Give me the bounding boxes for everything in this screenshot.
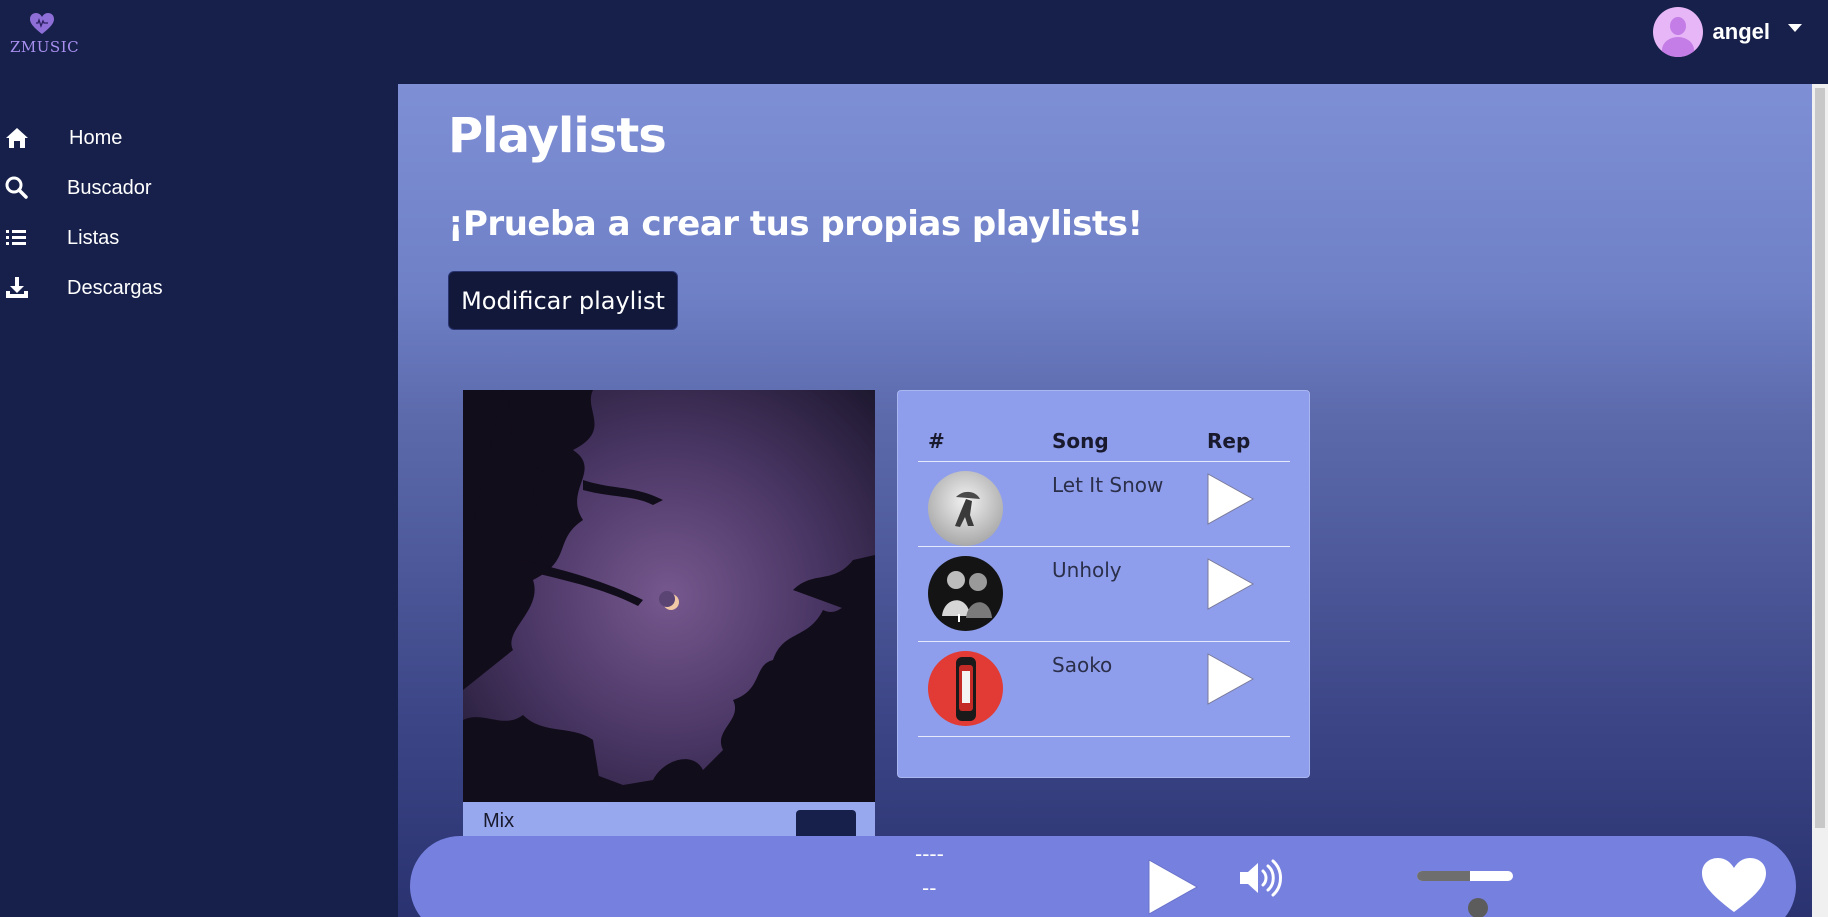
sidebar-item-label: Buscador (67, 176, 152, 199)
sidebar-item-home[interactable]: Home (0, 118, 398, 158)
player-bar: ---- -- (410, 836, 1796, 917)
song-thumbnail (928, 471, 1003, 546)
now-playing-artist: -- (922, 876, 937, 900)
volume-slider-knob[interactable] (1468, 898, 1488, 917)
page-subtitle: ¡Prueba a crear tus propias playlists! (448, 204, 1143, 244)
play-icon[interactable] (1205, 556, 1257, 612)
play-icon[interactable] (1205, 651, 1257, 707)
logo-text: ZMUSIC (10, 38, 80, 56)
download-icon (4, 275, 30, 301)
sidebar-item-descargas[interactable]: Descargas (0, 268, 398, 308)
top-bar: ZMUSIC angel (0, 0, 1828, 84)
page-title: Playlists (448, 108, 667, 164)
list-icon (4, 225, 30, 251)
avatar[interactable] (1652, 7, 1703, 57)
column-header-index: # (928, 429, 945, 453)
now-playing-title: ---- (915, 842, 944, 866)
sidebar-item-label: Descargas (67, 276, 163, 299)
playlist-card[interactable]: Mix (463, 390, 875, 890)
heart-favorite-icon[interactable] (1700, 856, 1768, 914)
page-scrollbar[interactable] (1812, 84, 1828, 917)
user-menu[interactable]: angel (1652, 7, 1802, 57)
heart-logo-icon (29, 12, 55, 36)
column-header-song: Song (1052, 429, 1109, 453)
volume-icon[interactable] (1238, 859, 1282, 897)
song-thumbnail (928, 651, 1003, 726)
app-logo[interactable]: ZMUSIC (10, 12, 80, 62)
song-title: Saoko (1052, 653, 1113, 677)
caret-down-icon[interactable] (1788, 24, 1802, 32)
volume-slider-fill (1417, 871, 1470, 881)
search-icon (4, 175, 30, 201)
playlist-name: Mix (483, 810, 515, 832)
sidebar: Home Buscador Listas Descargas (0, 84, 398, 917)
playlist-cover-image (463, 390, 875, 802)
username: angel (1712, 19, 1770, 44)
column-header-rep: Rep (1207, 429, 1251, 453)
sidebar-item-buscador[interactable]: Buscador (0, 168, 398, 208)
song-title: Unholy (1052, 558, 1122, 582)
sidebar-item-label: Home (69, 126, 123, 149)
sidebar-item-listas[interactable]: Listas (0, 218, 398, 258)
volume-slider[interactable] (1417, 871, 1513, 881)
song-title: Let It Snow (1052, 473, 1164, 497)
sidebar-item-label: Listas (67, 226, 120, 249)
main-content: Playlists ¡Prueba a crear tus propias pl… (398, 84, 1812, 917)
modify-playlist-button[interactable]: Modificar playlist (448, 271, 678, 330)
play-button[interactable] (1145, 856, 1201, 917)
home-icon (4, 125, 30, 151)
scrollbar-thumb[interactable] (1815, 88, 1825, 828)
song-thumbnail (928, 556, 1003, 631)
song-table: # Song Rep Let It Snow Unholy Saoko (897, 390, 1310, 778)
play-icon[interactable] (1205, 471, 1257, 527)
